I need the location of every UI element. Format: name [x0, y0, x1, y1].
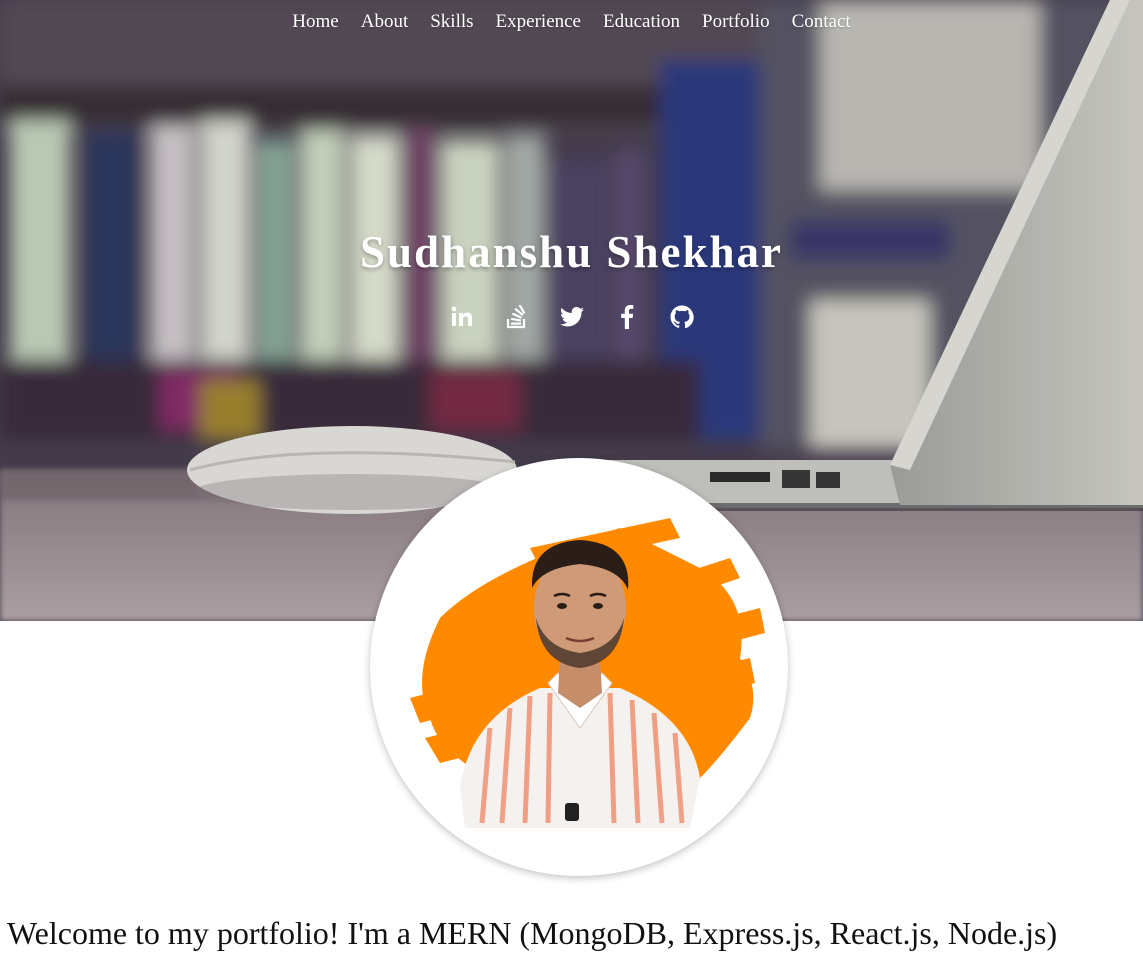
nav-about[interactable]: About: [350, 10, 420, 34]
intro-text: Welcome to my portfolio! I'm a MERN (Mon…: [7, 915, 1058, 951]
nav-skills[interactable]: Skills: [419, 10, 484, 34]
linkedin-icon[interactable]: [450, 303, 474, 331]
github-icon[interactable]: [670, 303, 694, 331]
facebook-icon[interactable]: [615, 303, 639, 331]
twitter-icon[interactable]: [559, 303, 584, 331]
profile-photo: [410, 518, 765, 828]
profile-avatar: [370, 458, 788, 876]
nav-experience[interactable]: Experience: [485, 10, 592, 34]
nav-home[interactable]: Home: [281, 10, 349, 34]
nav-portfolio[interactable]: Portfolio: [691, 10, 781, 34]
stackoverflow-icon[interactable]: [505, 303, 529, 331]
nav-contact[interactable]: Contact: [781, 10, 862, 34]
hero-name: Sudhanshu Shekhar: [359, 227, 783, 277]
nav-education[interactable]: Education: [592, 10, 691, 34]
social-links: [0, 303, 1143, 331]
top-navigation: Home About Skills Experience Education P…: [0, 10, 1143, 34]
